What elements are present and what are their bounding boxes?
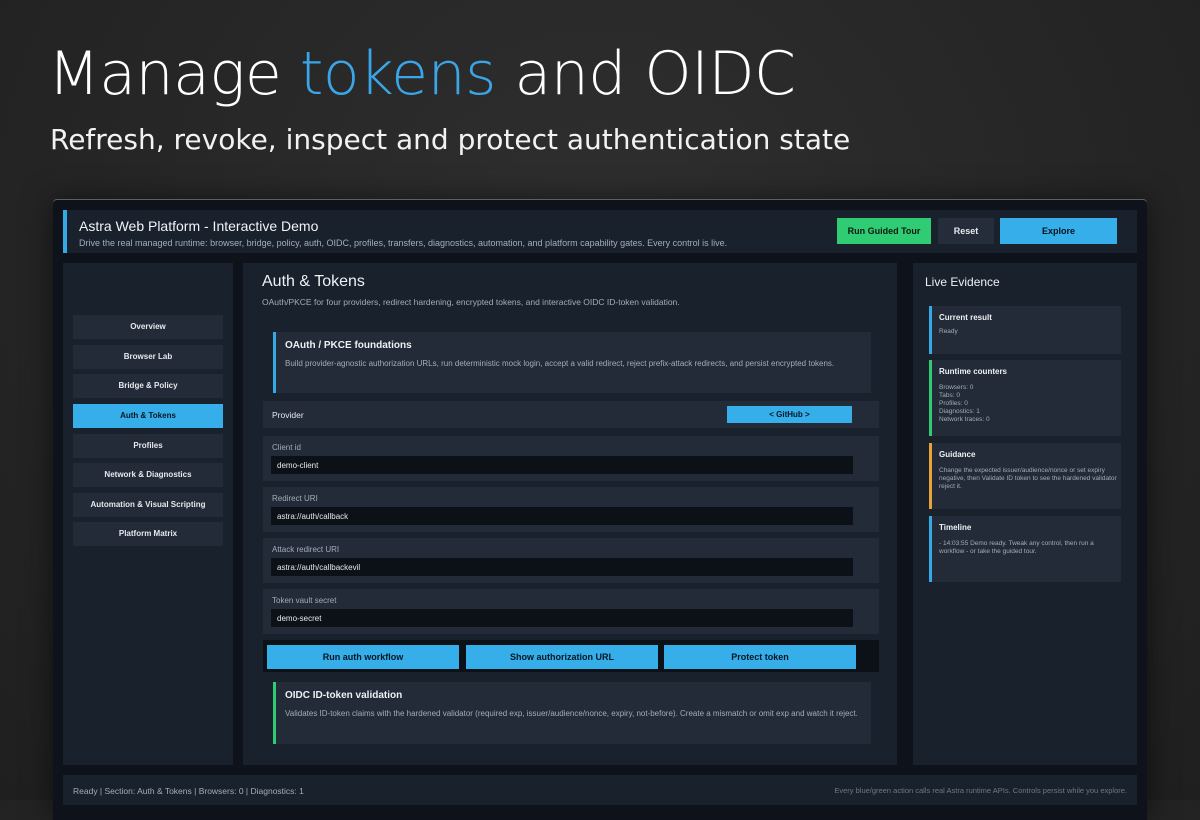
counter-network-traces: Network traces: 0 (939, 416, 990, 423)
timeline-title: Timeline (939, 523, 972, 532)
run-auth-workflow-button[interactable]: Run auth workflow (267, 645, 459, 669)
runtime-counters-title: Runtime counters (939, 367, 1008, 376)
sidebar-item-auth-tokens[interactable]: Auth & Tokens (73, 404, 223, 428)
client-id-label: Client id (272, 443, 301, 452)
provider-selector[interactable]: < GitHub > (727, 406, 852, 423)
guidance-text: Change the expected issuer/audience/nonc… (939, 467, 1117, 490)
app-title: Astra Web Platform - Interactive Demo (79, 218, 319, 234)
hero-subtitle: Refresh, revoke, inspect and protect aut… (50, 123, 851, 156)
oidc-card-text: Validates ID-token claims with the harde… (285, 709, 858, 718)
timeline-entry: - 14:03:55 Demo ready. Tweak any control… (939, 540, 1094, 555)
hero-title-accent: tokens (299, 39, 497, 109)
counter-tabs: Tabs: 0 (939, 392, 960, 399)
guidance-title: Guidance (939, 450, 976, 459)
counter-diagnostics: Diagnostics: 1 (939, 408, 980, 415)
app-description: Drive the real managed runtime: browser,… (79, 238, 728, 248)
app-window: Astra Web Platform - Interactive Demo Dr… (53, 200, 1147, 820)
live-evidence-title: Live Evidence (925, 275, 1000, 289)
current-result-card: Current result Ready (929, 306, 1121, 354)
runtime-counters-list: Browsers: 0 Tabs: 0 Profiles: 0 Diagnost… (939, 384, 1119, 424)
runtime-counters-card: Runtime counters Browsers: 0 Tabs: 0 Pro… (929, 360, 1121, 436)
counter-profiles: Profiles: 0 (939, 400, 968, 407)
client-id-field: Client id (263, 436, 879, 481)
token-vault-secret-label: Token vault secret (272, 596, 337, 605)
run-guided-tour-button[interactable]: Run Guided Tour (837, 218, 931, 244)
sidebar: Overview Browser Lab Bridge & Policy Aut… (63, 263, 233, 765)
redirect-uri-field: Redirect URI (263, 487, 879, 532)
sidebar-item-automation[interactable]: Automation & Visual Scripting (73, 493, 223, 517)
sidebar-item-profiles[interactable]: Profiles (73, 434, 223, 458)
redirect-uri-label: Redirect URI (272, 494, 318, 503)
sidebar-item-overview[interactable]: Overview (73, 315, 223, 339)
status-summary: Ready | Section: Auth & Tokens | Browser… (73, 786, 304, 796)
token-vault-secret-input[interactable] (271, 609, 853, 627)
status-bar: Ready | Section: Auth & Tokens | Browser… (63, 775, 1137, 805)
current-result-value: Ready (939, 328, 958, 335)
main-panel: Auth & Tokens OAuth/PKCE for four provid… (243, 263, 897, 765)
action-row: Run auth workflow Show authorization URL… (263, 640, 879, 672)
attack-redirect-uri-input[interactable] (271, 558, 853, 576)
client-id-input[interactable] (271, 456, 853, 474)
status-note: Every blue/green action calls real Astra… (834, 786, 1127, 795)
hero-title-prefix: Manage (48, 39, 300, 109)
sidebar-item-network-diagnostics[interactable]: Network & Diagnostics (73, 463, 223, 487)
redirect-uri-input[interactable] (271, 507, 853, 525)
attack-redirect-uri-field: Attack redirect URI (263, 538, 879, 583)
page-title: Auth & Tokens (262, 273, 365, 290)
explore-button[interactable]: Explore (1000, 218, 1117, 244)
protect-token-button[interactable]: Protect token (664, 645, 856, 669)
show-authorization-url-button[interactable]: Show authorization URL (466, 645, 658, 669)
oidc-card: OIDC ID-token validation Validates ID-to… (273, 682, 871, 744)
attack-redirect-uri-label: Attack redirect URI (272, 545, 340, 554)
sidebar-item-platform-matrix[interactable]: Platform Matrix (73, 522, 223, 546)
oauth-card: OAuth / PKCE foundations Build provider-… (273, 332, 871, 393)
timeline-card: Timeline - 14:03:55 Demo ready. Tweak an… (929, 516, 1121, 582)
sidebar-item-bridge-policy[interactable]: Bridge & Policy (73, 374, 223, 398)
guidance-card: Guidance Change the expected issuer/audi… (929, 443, 1121, 509)
hero-title-suffix: and OIDC (495, 39, 796, 109)
token-vault-secret-field: Token vault secret (263, 589, 879, 634)
oauth-card-text: Build provider-agnostic authorization UR… (285, 359, 835, 368)
sidebar-item-browser-lab[interactable]: Browser Lab (73, 345, 223, 369)
page-description: OAuth/PKCE for four providers, redirect … (262, 297, 680, 307)
counter-browsers: Browsers: 0 (939, 384, 974, 391)
current-result-title: Current result (939, 313, 992, 322)
reset-button[interactable]: Reset (938, 218, 994, 244)
provider-row: Provider < GitHub > (263, 401, 879, 428)
oauth-card-title: OAuth / PKCE foundations (285, 340, 412, 351)
provider-label: Provider (272, 410, 304, 420)
app-header: Astra Web Platform - Interactive Demo Dr… (63, 210, 1137, 253)
live-evidence-panel: Live Evidence Current result Ready Runti… (913, 263, 1137, 765)
oidc-card-title: OIDC ID-token validation (285, 690, 403, 701)
hero-title: Manage tokens and OIDC (48, 38, 796, 110)
